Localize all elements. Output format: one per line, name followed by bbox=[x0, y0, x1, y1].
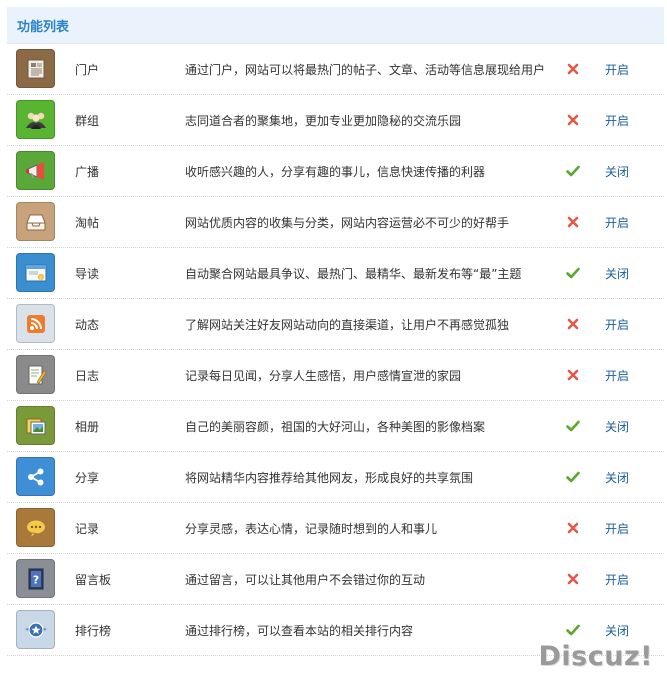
feature-row-doing: 记录 分享灵感，表达心情，记录随时想到的人和事儿 开启 bbox=[7, 503, 664, 554]
megaphone-icon bbox=[16, 151, 55, 190]
feature-description: 通过留言，可以让其他用户不会错过你的互动 bbox=[185, 572, 426, 587]
toggle-broadcast-link[interactable]: 关闭 bbox=[605, 163, 629, 180]
feature-list-panel: 功能列表 门户 通过门户，网站可以将最热门的帖子、文章、活动等信息展现给用户 开启群… bbox=[7, 7, 664, 656]
feature-description: 通过排行榜，可以查看本站的相关排行内容 bbox=[185, 623, 414, 638]
disabled-cross-icon bbox=[566, 113, 580, 127]
feature-rows: 门户 通过门户，网站可以将最热门的帖子、文章、活动等信息展现给用户 开启 群组 志同道合… bbox=[7, 44, 664, 656]
feature-name: 门户 bbox=[75, 62, 100, 77]
feature-description: 自己的美丽容颜，祖国的大好河山，各种美图的影像档案 bbox=[185, 419, 486, 434]
discuz-watermark-logo: Discuz! bbox=[538, 641, 653, 672]
toggle-group-link[interactable]: 开启 bbox=[605, 112, 629, 129]
feature-row-group: 群组 志同道合者的聚集地，更加专业更加隐秘的交流乐园 开启 bbox=[7, 95, 664, 146]
enabled-check-icon bbox=[566, 419, 580, 433]
feature-row-album: 相册 自己的美丽容颜，祖国的大好河山，各种美图的影像档案 关闭 bbox=[7, 401, 664, 452]
toggle-doing-link[interactable]: 开启 bbox=[605, 520, 629, 537]
toggle-wall-link[interactable]: 开启 bbox=[605, 571, 629, 588]
feature-row-feed: 动态 了解网站关注好友网站动向的直接渠道，让用户不再感觉孤独 开启 bbox=[7, 299, 664, 350]
disabled-cross-icon bbox=[566, 62, 580, 76]
feature-name: 日志 bbox=[75, 368, 100, 383]
toggle-taotie-link[interactable]: 开启 bbox=[605, 214, 629, 231]
feature-description: 记录每日见闻，分享人生感悟，用户感情宣泄的家园 bbox=[185, 368, 462, 383]
notepad-pencil-icon bbox=[16, 355, 55, 394]
toggle-feed-link[interactable]: 开启 bbox=[605, 316, 629, 333]
enabled-check-icon bbox=[566, 470, 580, 484]
disabled-cross-icon bbox=[566, 368, 580, 382]
feature-row-taotie: 淘帖 网站优质内容的收集与分类，网站内容运营必不可少的好帮手 开启 bbox=[7, 197, 664, 248]
window-info-icon: i bbox=[16, 253, 55, 292]
toggle-album-link[interactable]: 关闭 bbox=[605, 418, 629, 435]
disabled-cross-icon bbox=[566, 572, 580, 586]
feature-description: 分享灵感，表达心情，记录随时想到的人和事儿 bbox=[185, 521, 438, 536]
feature-name: 留言板 bbox=[75, 572, 112, 587]
feature-description: 自动聚合网站最具争议、最热门、最精华、最新发布等“最”主题 bbox=[185, 266, 522, 281]
feature-name: 导读 bbox=[75, 266, 100, 281]
speech-bubble-icon bbox=[16, 508, 55, 547]
feature-row-broadcast: 广播 收听感兴趣的人，分享有趣的事儿，信息快速传播的利器 关闭 bbox=[7, 146, 664, 197]
feature-row-portal: 门户 通过门户，网站可以将最热门的帖子、文章、活动等信息展现给用户 开启 bbox=[7, 44, 664, 95]
panel-title: 功能列表 bbox=[7, 7, 664, 44]
feature-description: 将网站精华内容推荐给其他网友，形成良好的共享氛围 bbox=[185, 470, 474, 485]
toggle-guide-link[interactable]: 关闭 bbox=[605, 265, 629, 282]
svg-text:?: ? bbox=[32, 573, 38, 586]
feature-description: 通过门户，网站可以将最热门的帖子、文章、活动等信息展现给用户 bbox=[185, 62, 546, 77]
feature-row-share: 分享 将网站精华内容推荐给其他网友，形成良好的共享氛围 关闭 bbox=[7, 452, 664, 503]
inbox-tray-icon bbox=[16, 202, 55, 241]
toggle-ranklist-link[interactable]: 关闭 bbox=[605, 622, 629, 639]
feature-name: 分享 bbox=[75, 470, 100, 485]
photo-album-icon bbox=[16, 406, 55, 445]
feature-name: 动态 bbox=[75, 317, 100, 332]
feature-row-guide: i 导读 自动聚合网站最具争议、最热门、最精华、最新发布等“最”主题 关闭 bbox=[7, 248, 664, 299]
disabled-cross-icon bbox=[566, 521, 580, 535]
enabled-check-icon bbox=[566, 623, 580, 637]
enabled-check-icon bbox=[566, 164, 580, 178]
toggle-blog-link[interactable]: 开启 bbox=[605, 367, 629, 384]
people-icon bbox=[16, 100, 55, 139]
toggle-share-link[interactable]: 关闭 bbox=[605, 469, 629, 486]
disabled-cross-icon bbox=[566, 215, 580, 229]
feature-name: 广播 bbox=[75, 164, 100, 179]
newspaper-icon bbox=[16, 49, 55, 88]
feature-name: 记录 bbox=[75, 521, 100, 536]
enabled-check-icon bbox=[566, 266, 580, 280]
svg-text:i: i bbox=[40, 275, 41, 281]
rss-icon bbox=[16, 304, 55, 343]
disabled-cross-icon bbox=[566, 317, 580, 331]
feature-description: 了解网站关注好友网站动向的直接渠道，让用户不再感觉孤独 bbox=[185, 317, 510, 332]
feature-name: 排行榜 bbox=[75, 623, 112, 638]
feature-row-wall: ? 留言板 通过留言，可以让其他用户不会错过你的互动 开启 bbox=[7, 554, 664, 605]
feature-name: 淘帖 bbox=[75, 215, 100, 230]
star-badge-icon bbox=[16, 610, 55, 649]
feature-name: 相册 bbox=[75, 419, 100, 434]
feature-row-blog: 日志 记录每日见闻，分享人生感悟，用户感情宣泄的家园 开启 bbox=[7, 350, 664, 401]
feature-description: 志同道合者的聚集地，更加专业更加隐秘的交流乐园 bbox=[185, 113, 462, 128]
share-icon bbox=[16, 457, 55, 496]
feature-name: 群组 bbox=[75, 113, 100, 128]
feature-description: 网站优质内容的收集与分类，网站内容运营必不可少的好帮手 bbox=[185, 215, 510, 230]
toggle-portal-link[interactable]: 开启 bbox=[605, 61, 629, 78]
question-board-icon: ? bbox=[16, 559, 55, 598]
feature-description: 收听感兴趣的人，分享有趣的事儿，信息快速传播的利器 bbox=[185, 164, 486, 179]
